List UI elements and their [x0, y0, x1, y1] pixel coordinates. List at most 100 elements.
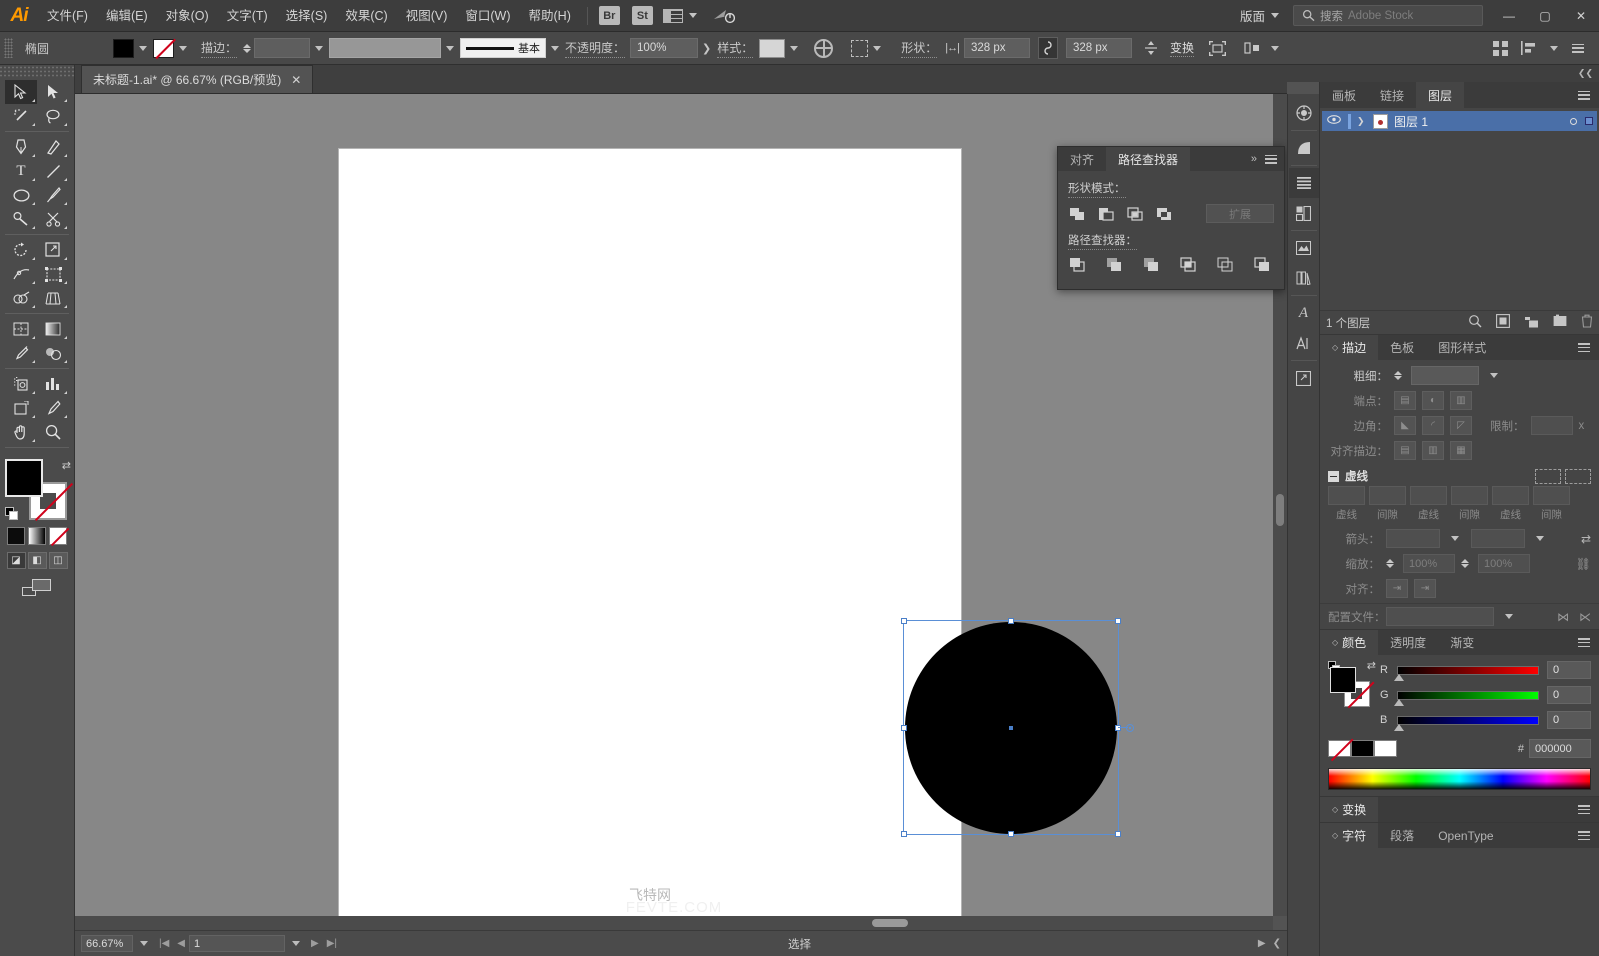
libraries-icon[interactable]	[1289, 263, 1319, 293]
character-styles-icon[interactable]	[1289, 328, 1319, 358]
constrain-proportions-toggle[interactable]	[1038, 37, 1058, 59]
maximize-button[interactable]: ▢	[1527, 0, 1563, 32]
glyphs-icon[interactable]: A	[1289, 298, 1319, 328]
symbol-sprayer-tool[interactable]	[5, 372, 37, 396]
opacity-expand-icon[interactable]: ❯	[702, 42, 711, 55]
vertical-scroll-thumb[interactable]	[1276, 494, 1284, 526]
handle-bottom-left[interactable]	[901, 831, 907, 837]
dock-collapse-bar[interactable]: ❮❮	[1287, 65, 1599, 82]
outline-button[interactable]	[1216, 256, 1235, 274]
selection-tool[interactable]	[5, 80, 37, 104]
stroke-profile-dropdown-icon[interactable]	[446, 45, 455, 51]
round-cap-button[interactable]: ◐	[1422, 391, 1444, 410]
menu-object[interactable]: 对象(O)	[157, 0, 218, 32]
handle-top-right[interactable]	[1115, 618, 1121, 624]
menu-view[interactable]: 视图(V)	[397, 0, 457, 32]
draw-inside-button[interactable]: ◫	[48, 552, 68, 569]
chevron-down-icon[interactable]	[1536, 536, 1544, 541]
color-panel-menu-button[interactable]	[1569, 630, 1599, 655]
crop-button[interactable]	[1179, 256, 1198, 274]
dash-field-3[interactable]: 虚线	[1410, 486, 1447, 522]
artboards-dock-icon[interactable]	[1289, 198, 1319, 228]
horizontal-scrollbar[interactable]	[75, 916, 1273, 930]
dash-field-2[interactable]: 间隙	[1369, 486, 1406, 522]
transform-button[interactable]: 变换	[1170, 39, 1195, 57]
dash-value-1[interactable]	[1328, 486, 1365, 505]
pen-tool[interactable]	[5, 135, 37, 159]
divide-button[interactable]	[1068, 256, 1087, 274]
handle-top-center[interactable]	[1008, 618, 1014, 624]
column-graph-tool[interactable]	[37, 372, 69, 396]
handle-bottom-right[interactable]	[1115, 831, 1121, 837]
curvature-tool[interactable]	[37, 135, 69, 159]
dashed-line-checkbox[interactable]	[1328, 470, 1339, 482]
opacity-field[interactable]: 100%	[630, 38, 699, 58]
selection-indicator-icon[interactable]	[1585, 117, 1593, 125]
swap-arrowheads-icon[interactable]: ⇄	[1581, 532, 1591, 546]
slider-b[interactable]	[1394, 715, 1539, 731]
paintbrush-tool[interactable]	[37, 183, 69, 207]
menu-type[interactable]: 文字(T)	[218, 0, 277, 32]
handle-bottom-center[interactable]	[1008, 831, 1014, 837]
last-artboard-button[interactable]: ▶|	[323, 938, 341, 949]
create-new-layer-icon[interactable]	[1553, 314, 1567, 331]
swap-fill-stroke-icon[interactable]: ⇄	[1367, 659, 1376, 672]
gradient-tool[interactable]	[37, 317, 69, 341]
swatch-black[interactable]	[1351, 740, 1374, 757]
scissors-tool[interactable]	[37, 207, 69, 231]
arrow-scale-end-field[interactable]: 100%	[1478, 554, 1530, 573]
lasso-tool[interactable]	[37, 104, 69, 128]
zoom-tool[interactable]	[37, 420, 69, 444]
dash-field-1[interactable]: 虚线	[1328, 486, 1365, 522]
dash-value-4[interactable]	[1451, 486, 1488, 505]
fill-dropdown-icon[interactable]	[139, 45, 147, 51]
chevron-down-icon[interactable]	[1490, 373, 1498, 378]
slider-knob-g[interactable]	[1394, 698, 1404, 706]
direct-selection-tool[interactable]	[37, 80, 69, 104]
tab-artboards[interactable]: 画板	[1320, 82, 1368, 108]
locate-object-icon[interactable]	[1468, 314, 1482, 331]
bridge-button[interactable]: Br	[598, 6, 620, 25]
arrange-grid-button[interactable]	[1488, 40, 1513, 56]
delete-layer-icon[interactable]	[1581, 314, 1593, 331]
eyedropper-tool[interactable]	[5, 341, 37, 365]
menu-file[interactable]: 文件(F)	[38, 0, 97, 32]
align-stroke-center-button[interactable]: ▤	[1394, 441, 1416, 460]
handle-middle-left[interactable]	[901, 724, 907, 731]
flip-profile-vertical-icon[interactable]: ⋉	[1579, 610, 1591, 624]
place-arrow-at-end-button[interactable]: ⇥	[1414, 579, 1436, 598]
character-panel-menu-button[interactable]	[1569, 823, 1599, 848]
dash-value-6[interactable]	[1533, 486, 1570, 505]
brush-dropdown-icon[interactable]	[551, 45, 560, 51]
extend-arrow-beyond-end-button[interactable]: ⇥	[1386, 579, 1408, 598]
stroke-weight-field[interactable]	[254, 38, 311, 58]
default-fill-stroke-icon[interactable]	[5, 507, 19, 521]
magic-wand-tool[interactable]	[5, 104, 37, 128]
prev-artboard-button[interactable]: ◀	[173, 938, 189, 949]
free-transform-tool[interactable]	[37, 262, 69, 286]
arrow-end-field[interactable]	[1471, 529, 1525, 548]
document-tab[interactable]: 未标题-1.ai* @ 66.67% (RGB/预览) ✕	[81, 65, 314, 93]
arrow-scale-stepper-2[interactable]	[1461, 559, 1469, 568]
shape-height-field[interactable]: 328 px	[1066, 38, 1132, 58]
next-artboard-button[interactable]: ▶	[307, 938, 323, 949]
dash-value-3[interactable]	[1410, 486, 1447, 505]
dash-value-2[interactable]	[1369, 486, 1406, 505]
create-sublayer-icon[interactable]	[1524, 314, 1539, 331]
tab-graphic-styles[interactable]: 图形样式	[1426, 335, 1498, 360]
arrow-scale-stepper-1[interactable]	[1386, 559, 1394, 568]
slider-g[interactable]	[1394, 690, 1539, 706]
select-similar-dropdown-icon[interactable]	[873, 45, 882, 51]
value-r[interactable]: 0	[1547, 661, 1591, 679]
tab-paragraph[interactable]: 段落	[1378, 823, 1426, 848]
tab-color[interactable]: ◇ 颜色	[1320, 630, 1379, 655]
value-g[interactable]: 0	[1547, 686, 1591, 704]
stroke-weight-stepper[interactable]	[243, 43, 252, 53]
zoom-level-field[interactable]: 66.67%	[81, 935, 133, 952]
tools-panel-grip[interactable]	[0, 65, 74, 78]
stock-button[interactable]: St	[631, 6, 653, 25]
tab-gradient[interactable]: 渐变	[1438, 630, 1486, 655]
shape-width-field[interactable]: 328 px	[964, 38, 1030, 58]
tab-transparency[interactable]: 透明度	[1378, 630, 1438, 655]
stroke-dropdown-icon[interactable]	[179, 45, 187, 51]
